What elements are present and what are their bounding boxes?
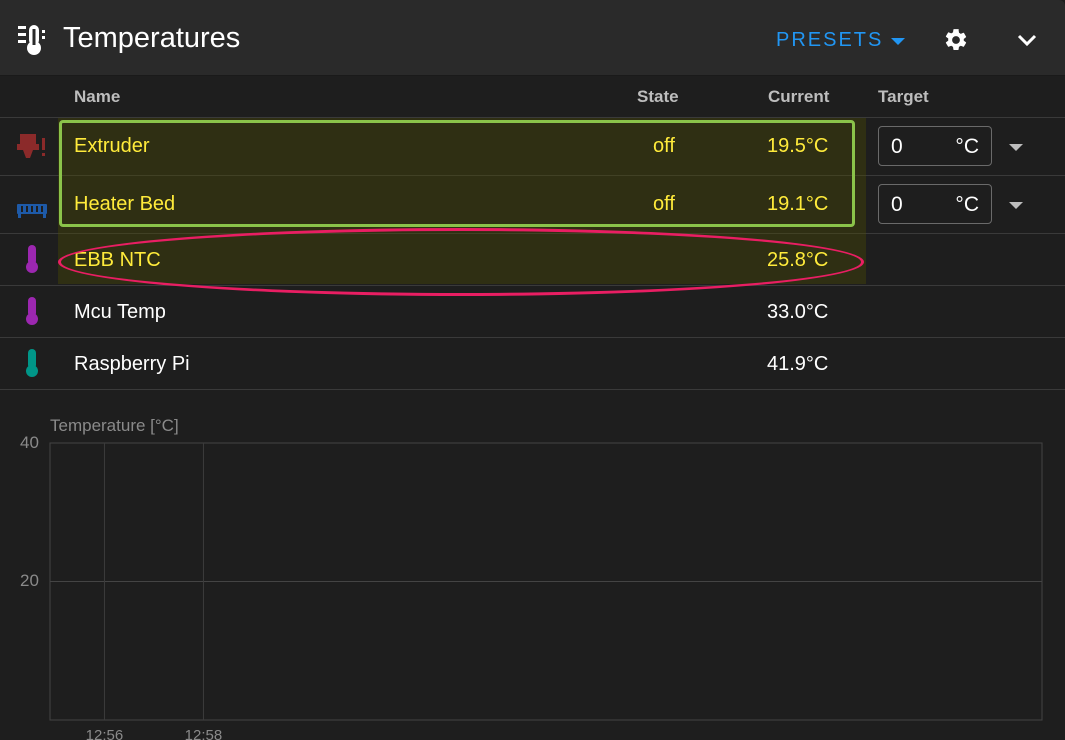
extruder-icon[interactable] [16,132,50,162]
target-value: 0 [891,135,903,158]
x-tick-label: 12:58 [185,727,223,740]
table-row: Raspberry Pi 41.9°C [0,338,1065,390]
panel-header: Temperatures PRESETS [0,0,1065,76]
sensor-name: Mcu Temp [74,301,166,323]
table-row: EBB NTC 25.8°C [0,234,1065,286]
sensor-state: off [653,135,675,157]
sensor-current: 33.0°C [767,301,829,323]
thermometer-icon[interactable] [16,348,50,378]
temperature-chart: Temperature [°C] 40 20 12:5612:5801:0001… [0,400,1065,740]
chart-plot: 12:5612:5801:0001:0201:0401:0601:0801:10… [49,442,1043,740]
target-input[interactable]: 0 °C [878,184,992,224]
sensor-state: off [653,193,675,215]
heater-bed-icon[interactable] [16,192,50,222]
table-row: Mcu Temp 33.0°C [0,286,1065,338]
presets-label: PRESETS [776,28,884,51]
sensor-current: 41.9°C [767,353,829,375]
table-row: Extruder off 19.5°C 0 °C [0,118,1065,176]
sensor-name: EBB NTC [74,249,161,271]
presets-button[interactable]: PRESETS [776,26,906,54]
target-dropdown-icon[interactable] [1009,202,1023,209]
target-input[interactable]: 0 °C [878,126,992,166]
gear-icon[interactable] [943,27,969,53]
sensor-name: Extruder [74,135,150,157]
target-dropdown-icon[interactable] [1009,144,1023,151]
thermometer-icon[interactable] [16,296,50,326]
row-highlight [58,118,866,176]
chevron-down-icon[interactable] [1014,28,1040,52]
x-tick-label: 12:56 [86,727,124,740]
sensor-current: 19.1°C [767,193,829,215]
sensor-name: Heater Bed [74,193,176,215]
table-row: Heater Bed off 19.1°C 0 °C [0,176,1065,234]
row-highlight [58,234,866,284]
target-unit: °C [955,135,979,158]
column-header-target: Target [878,87,929,106]
sensor-current: 25.8°C [767,249,829,271]
page-title: Temperatures [63,22,241,54]
target-unit: °C [955,193,979,216]
sensor-current: 19.5°C [767,135,829,157]
column-header-state: State [637,87,679,106]
column-header-current: Current [768,87,830,106]
caret-down-icon [891,38,906,45]
column-header-name: Name [74,87,121,106]
sensor-name: Raspberry Pi [74,353,190,375]
temperatures-panel: Temperatures PRESETS Name State Current … [0,0,1065,740]
thermometer-lines-icon [18,25,45,55]
target-value: 0 [891,193,903,216]
table-header: Name State Current Target [0,76,1065,118]
thermometer-icon[interactable] [16,244,50,274]
row-highlight [58,176,866,234]
